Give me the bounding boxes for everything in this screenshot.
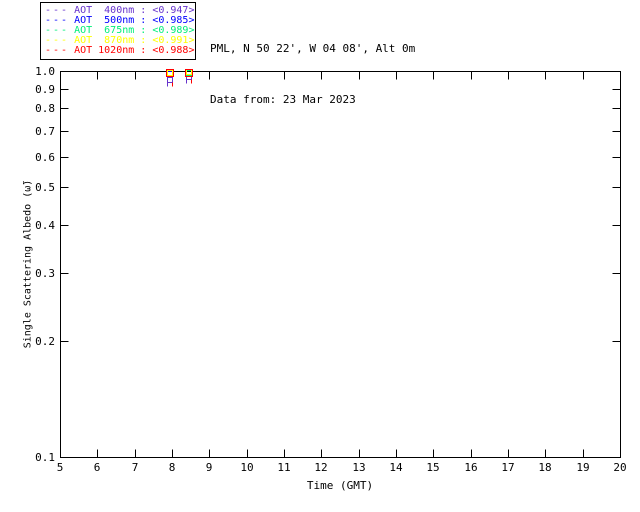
x-tick-label: 17 <box>501 461 514 474</box>
x-tick-label: 14 <box>389 461 403 474</box>
header-block: PML, N 50 22', W 04 08', Alt 0m Data fro… <box>210 6 415 142</box>
legend-label: AOT 1020nm : <0.988> <box>74 46 194 56</box>
x-tick-label: 13 <box>352 461 365 474</box>
y-tick-label: 0.5 <box>35 181 55 194</box>
site-location-text: PML, N 50 22', W 04 08', Alt 0m <box>210 40 415 57</box>
x-tick-label: 11 <box>277 461 290 474</box>
legend-dash-sample: --- <box>45 46 69 56</box>
x-tick-label: 10 <box>240 461 253 474</box>
x-tick-label: 7 <box>132 461 139 474</box>
ssa-plot-page: 5 6 7 8 9 10 11 12 13 14 15 16 17 18 19 20 1.0 0.9 0.8 0.7 0… <box>0 0 640 512</box>
y-tick-label: 0.9 <box>35 83 55 96</box>
y-tick-label: 0.6 <box>35 151 55 164</box>
y-tick-label: 0.8 <box>35 102 55 115</box>
x-tick-label: 16 <box>464 461 477 474</box>
x-tick-label: 12 <box>314 461 327 474</box>
y-tick-label: 0.4 <box>35 219 55 232</box>
y-tick-label: 0.1 <box>35 451 55 464</box>
x-tick-label: 6 <box>94 461 101 474</box>
y-tick-label: 0.3 <box>35 267 55 280</box>
x-tick-label: 19 <box>576 461 589 474</box>
data-date-text: Data from: 23 Mar 2023 <box>210 91 415 108</box>
y-tick-label: 0.2 <box>35 335 55 348</box>
x-tick-label: 9 <box>206 461 213 474</box>
legend-box: ---AOT 400nm : <0.947>---AOT 500nm : <0.… <box>40 2 196 60</box>
x-tick-label: 15 <box>426 461 439 474</box>
x-axis-label: Time (GMT) <box>60 479 620 492</box>
y-axis-label: Single Scattering Albedo (ω̃) <box>23 180 34 349</box>
data-marker <box>168 78 173 83</box>
x-tick-label: 5 <box>57 461 64 474</box>
x-tick-label: 18 <box>538 461 551 474</box>
y-tick-label: 0.7 <box>35 125 55 138</box>
x-tick-label: 8 <box>169 461 176 474</box>
x-tick-label: 20 <box>613 461 626 474</box>
legend-row: --- AOT 1020nm : <0.988> <box>45 46 191 56</box>
y-tick-label: 1.0 <box>35 65 55 78</box>
